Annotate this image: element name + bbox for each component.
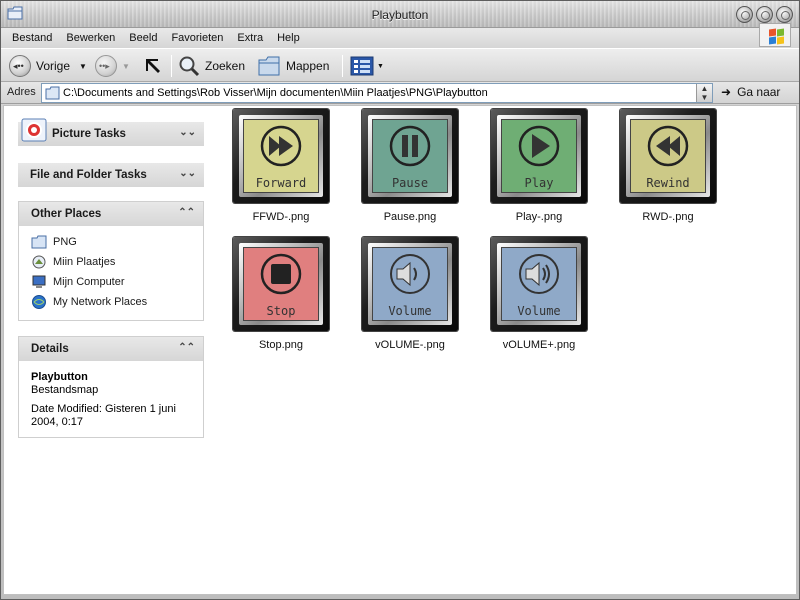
place-label: PNG [53, 236, 77, 248]
folder-icon [45, 86, 60, 100]
picture-tasks-icon [21, 118, 47, 142]
place-mijn-computer[interactable]: Mijn Computer [31, 272, 191, 292]
place-network-places[interactable]: My Network Places [31, 292, 191, 312]
menu-help[interactable]: Help [270, 32, 307, 44]
file-name[interactable]: RWD-.png [608, 211, 728, 223]
place-label: My Network Places [53, 296, 148, 308]
file-name[interactable]: vOLUME-.png [350, 339, 470, 351]
rewind-icon: Rewind [630, 119, 706, 193]
search-label: Zoeken [205, 59, 246, 73]
menu-favorieten[interactable]: Favorieten [164, 32, 230, 44]
file-folder-tasks-panel[interactable]: File and Folder Tasks ⌄⌄ [18, 163, 204, 187]
other-places-title: Other Places [31, 208, 102, 220]
details-title: Details [31, 343, 69, 355]
collapse-icon[interactable]: ⌃⌃ [178, 207, 195, 218]
address-label: Adres [7, 86, 36, 98]
views-button[interactable]: ▼ [350, 54, 384, 78]
place-label: Mijn Computer [53, 276, 125, 288]
file-thumbnail[interactable]: Volume [491, 237, 587, 331]
file-thumbnail[interactable]: Play [491, 109, 587, 203]
other-places-panel: Other Places ⌃⌃ PNG Miin Plaatjes Mijn C… [18, 201, 204, 321]
picture-tasks-panel[interactable]: Picture Tasks ⌄⌄ [18, 118, 204, 148]
address-path: C:\Documents and Settings\Rob Visser\Mij… [63, 87, 488, 99]
stop-icon: Stop [243, 247, 319, 321]
chevron-down-icon: ▼ [79, 61, 87, 71]
forward-icon: Forward [243, 119, 319, 193]
details-modified: Date Modified: Gisteren 1 juni 2004, 0:1… [31, 403, 176, 428]
file-thumbnail[interactable]: Stop [233, 237, 329, 331]
explorer-window: Playbutton Bestand Bewerken Beeld Favori… [0, 0, 800, 600]
up-button[interactable] [143, 54, 163, 78]
back-label: Vorige [36, 59, 71, 73]
thumbnail-label: Volume [388, 304, 432, 318]
thumbnail-label: Pause [391, 176, 429, 190]
search-button[interactable]: Zoeken [178, 54, 245, 78]
file-thumbnail[interactable]: Rewind [620, 109, 716, 203]
menu-extra[interactable]: Extra [230, 32, 270, 44]
back-icon: ◂•• [9, 55, 31, 77]
search-icon [179, 56, 200, 77]
file-folder-tasks-title: File and Folder Tasks [30, 169, 147, 181]
file-name[interactable]: Play-.png [479, 211, 599, 223]
views-icon [350, 56, 374, 76]
go-label: Ga naar [737, 85, 781, 99]
minimize-button[interactable] [736, 6, 753, 23]
menu-beeld[interactable]: Beeld [122, 32, 164, 44]
pause-icon: Pause [372, 119, 448, 193]
close-button[interactable] [776, 6, 793, 23]
menu-bar: Bestand Bewerken Beeld Favorieten Extra … [1, 28, 799, 47]
window-title: Playbutton [371, 8, 429, 22]
forward-button[interactable]: ••▸ ▼ [95, 54, 130, 78]
volume-down-icon: Volume [372, 247, 448, 321]
address-input[interactable]: C:\Documents and Settings\Rob Visser\Mij… [41, 83, 713, 103]
place-label: Miin Plaatjes [53, 256, 116, 268]
details-type: Bestandsmap [31, 384, 99, 396]
file-thumbnail[interactable]: Pause [362, 109, 458, 203]
place-miin-plaatjes[interactable]: Miin Plaatjes [31, 252, 191, 272]
go-button[interactable]: ➜ Ga naar [721, 85, 780, 99]
file-name[interactable]: Stop.png [221, 339, 341, 351]
pictures-folder-icon [32, 255, 46, 269]
address-dropdown-button[interactable]: ▲ ▼ [696, 84, 712, 102]
collapse-icon[interactable]: ⌃⌃ [178, 342, 195, 353]
expand-icon[interactable]: ⌄⌄ [179, 168, 196, 179]
thumbnail-label: Forward [255, 176, 307, 190]
up-arrow-icon [146, 59, 160, 73]
content-area: Picture Tasks ⌄⌄ File and Folder Tasks ⌄… [3, 105, 797, 595]
details-name: Playbutton [31, 371, 88, 383]
folder-icon [31, 235, 47, 249]
chevron-down-icon: ▼ [122, 61, 130, 71]
address-bar: Adres C:\Documents and Settings\Rob Viss… [1, 82, 799, 104]
back-button[interactable]: ◂•• Vorige ▼ [9, 54, 87, 78]
folders-label: Mappen [286, 59, 330, 73]
menu-bewerken[interactable]: Bewerken [59, 32, 122, 44]
file-name[interactable]: Pause.png [350, 211, 470, 223]
play-icon: Play [501, 119, 577, 193]
file-name[interactable]: vOLUME+.png [479, 339, 599, 351]
folders-icon [258, 56, 280, 76]
thumbnail-label: Volume [517, 304, 561, 318]
file-name[interactable]: FFWD-.png [221, 211, 341, 223]
menu-bestand[interactable]: Bestand [5, 32, 59, 44]
thumbnail-label: Play [524, 176, 554, 190]
expand-icon[interactable]: ⌄⌄ [179, 127, 196, 138]
thumbnail-label: Rewind [646, 176, 690, 190]
details-panel: Details ⌃⌃ Playbutton Bestandsmap Date M… [18, 336, 204, 438]
file-thumbnail[interactable]: Forward [233, 109, 329, 203]
title-bar[interactable]: Playbutton [1, 1, 799, 28]
windows-logo-icon [759, 23, 791, 47]
network-icon [32, 295, 46, 309]
toolbar: ◂•• Vorige ▼ ••▸ ▼ Zoeken Mappen ▼ [1, 48, 799, 82]
place-png[interactable]: PNG [31, 232, 191, 252]
go-arrow-icon: ➜ [721, 85, 732, 99]
volume-up-icon: Volume [501, 247, 577, 321]
maximize-button[interactable] [756, 6, 773, 23]
computer-icon [32, 275, 46, 288]
folders-button[interactable]: Mappen [257, 54, 329, 78]
file-thumbnail[interactable]: Volume [362, 237, 458, 331]
forward-nav-icon: ••▸ [95, 55, 117, 77]
thumbnail-label: Stop [266, 304, 296, 318]
picture-tasks-title: Picture Tasks [52, 128, 126, 140]
chevron-down-icon: ▼ [377, 62, 384, 70]
